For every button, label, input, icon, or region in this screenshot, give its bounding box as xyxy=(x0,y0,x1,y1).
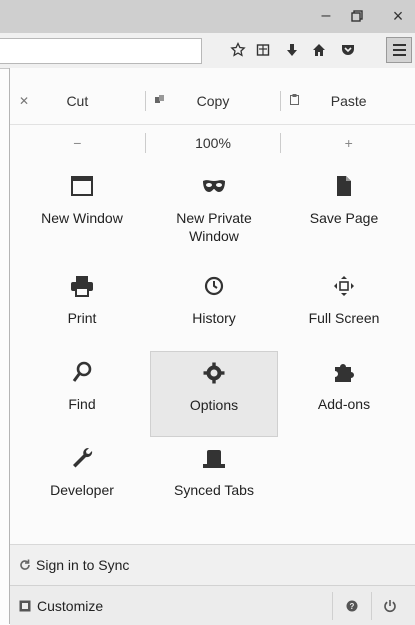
menu-panel: ✕ Cut Copy Paste − 100% + New Window New… xyxy=(9,68,415,625)
customize-icon xyxy=(19,600,31,612)
new-private-window-button[interactable]: New Private Window xyxy=(150,165,278,251)
mask-icon xyxy=(150,173,278,199)
cut-button[interactable]: ✕ Cut xyxy=(10,85,145,117)
customize-button[interactable]: Customize xyxy=(10,586,143,625)
zoom-controls: − 100% + xyxy=(10,127,415,159)
window-icon xyxy=(18,173,146,199)
restore-button[interactable] xyxy=(344,6,370,28)
home-icon[interactable] xyxy=(307,38,331,62)
synced-tabs-icon xyxy=(150,445,278,471)
edit-controls: ✕ Cut Copy Paste xyxy=(10,85,415,117)
options-button[interactable]: Options xyxy=(150,351,278,437)
customize-label: Customize xyxy=(37,597,104,614)
help-icon[interactable]: ? xyxy=(340,596,364,616)
star-icon[interactable] xyxy=(226,38,250,62)
history-button[interactable]: History xyxy=(150,265,278,351)
search-icon xyxy=(18,359,146,385)
paste-button[interactable]: Paste xyxy=(281,85,415,117)
navigation-toolbar xyxy=(0,33,415,69)
zoom-in-button[interactable]: + xyxy=(281,127,415,159)
wrench-icon xyxy=(18,445,146,471)
divider xyxy=(10,124,415,125)
print-label: Print xyxy=(67,310,97,326)
copy-button[interactable]: Copy xyxy=(146,85,281,117)
full-screen-button[interactable]: Full Screen xyxy=(280,265,408,351)
pocket-icon[interactable] xyxy=(336,38,360,62)
options-label: Options xyxy=(189,397,239,413)
full-screen-label: Full Screen xyxy=(308,310,380,326)
history-label: History xyxy=(192,310,236,326)
copy-label: Copy xyxy=(196,93,230,109)
paste-label: Paste xyxy=(330,93,367,109)
scissors-icon: ✕ xyxy=(19,94,30,108)
printer-icon xyxy=(18,273,146,299)
puzzle-icon xyxy=(280,359,408,385)
synced-tabs-button[interactable]: Synced Tabs xyxy=(150,437,278,523)
save-page-label: Save Page xyxy=(309,210,379,226)
minimize-button[interactable]: – xyxy=(313,6,339,26)
reading-list-icon[interactable] xyxy=(251,38,275,62)
fullscreen-icon xyxy=(280,273,408,299)
title-bar: – × xyxy=(0,0,415,33)
gear-icon xyxy=(151,360,277,386)
customize-footer: Customize ? xyxy=(10,585,415,625)
new-window-button[interactable]: New Window xyxy=(18,165,146,251)
download-icon[interactable] xyxy=(280,38,304,62)
find-button[interactable]: Find xyxy=(18,351,146,437)
sign-in-sync-label: Sign in to Sync xyxy=(36,557,130,573)
zoom-reset-button[interactable]: 100% xyxy=(146,127,281,159)
close-button[interactable]: × xyxy=(385,6,411,26)
developer-label: Developer xyxy=(50,482,114,498)
clock-icon xyxy=(150,273,278,299)
zoom-out-button[interactable]: − xyxy=(10,127,145,159)
page-icon xyxy=(280,173,408,199)
divider xyxy=(371,592,372,620)
synced-tabs-label: Synced Tabs xyxy=(174,482,254,498)
add-ons-label: Add-ons xyxy=(317,396,371,412)
sign-in-sync-button[interactable]: Sign in to Sync xyxy=(10,544,415,585)
add-ons-button[interactable]: Add-ons xyxy=(280,351,408,437)
copy-icon xyxy=(154,94,165,108)
cut-label: Cut xyxy=(66,93,89,109)
svg-text:?: ? xyxy=(350,602,355,611)
print-button[interactable]: Print xyxy=(18,265,146,351)
find-label: Find xyxy=(68,396,96,412)
save-page-button[interactable]: Save Page xyxy=(280,165,408,251)
sync-icon xyxy=(19,559,31,571)
new-private-window-label: New Private Window xyxy=(176,210,252,244)
quit-icon[interactable] xyxy=(378,596,402,616)
new-window-label: New Window xyxy=(41,210,123,226)
menu-button[interactable] xyxy=(386,37,412,63)
divider xyxy=(332,592,333,620)
menu-icon xyxy=(392,44,406,46)
developer-button[interactable]: Developer xyxy=(18,437,146,523)
clipboard-icon xyxy=(290,94,300,108)
url-bar[interactable] xyxy=(0,38,202,64)
